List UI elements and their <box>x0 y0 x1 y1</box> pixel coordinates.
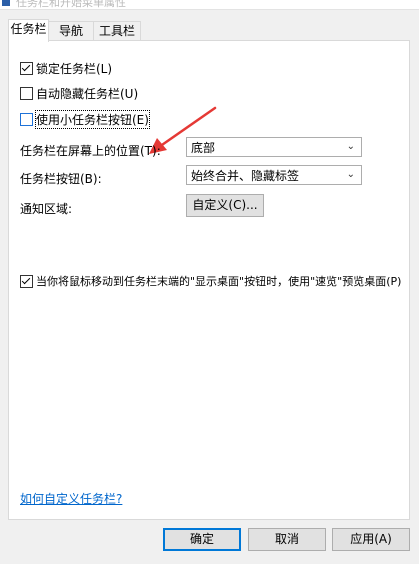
tab-navigation[interactable]: 导航 <box>48 21 94 41</box>
title-bar: 任务栏和开始菜单属性 <box>0 0 419 10</box>
peek-checkbox[interactable] <box>20 274 33 288</box>
customize-notification-button[interactable]: 自定义(C)... <box>186 194 264 217</box>
peek-option[interactable]: 当你将鼠标移动到任务栏末端的"显示桌面"按钮时，使用"速览"预览桌面(P) <box>20 272 401 290</box>
lock-taskbar-option[interactable]: 锁定任务栏(L) <box>20 59 112 77</box>
location-label: 任务栏在屏幕上的位置(T): <box>20 143 161 158</box>
buttons-combine-label: 任务栏按钮(B): <box>20 171 102 186</box>
location-value: 底部 <box>191 140 216 155</box>
peek-label: 当你将鼠标移动到任务栏末端的"显示桌面"按钮时，使用"速览"预览桌面(P) <box>36 275 402 288</box>
window-icon <box>2 0 10 6</box>
autohide-taskbar-checkbox[interactable] <box>20 86 33 100</box>
cancel-button[interactable]: 取消 <box>248 528 326 551</box>
chevron-down-icon: ⌄ <box>346 169 355 180</box>
taskbar-settings-panel: 锁定任务栏(L) 自动隐藏任务栏(U) 使用小任务栏按钮(E) 任务栏在屏幕上的… <box>8 40 410 520</box>
autohide-taskbar-option[interactable]: 自动隐藏任务栏(U) <box>20 84 138 102</box>
window-title: 任务栏和开始菜单属性 <box>16 0 126 9</box>
autohide-taskbar-label: 自动隐藏任务栏(U) <box>36 86 139 101</box>
lock-taskbar-checkbox[interactable] <box>20 61 33 75</box>
help-link[interactable]: 如何自定义任务栏? <box>20 490 122 507</box>
tab-taskbar[interactable]: 任务栏 <box>8 19 49 42</box>
buttons-combine-row: 任务栏按钮(B): <box>20 169 102 187</box>
small-buttons-checkbox[interactable] <box>20 112 33 126</box>
notification-row: 通知区域: <box>20 199 72 217</box>
lock-taskbar-label: 锁定任务栏(L) <box>36 61 113 76</box>
small-buttons-label: 使用小任务栏按钮(E) <box>35 109 150 129</box>
location-select[interactable]: 底部 ⌄ <box>186 137 362 157</box>
buttons-combine-select[interactable]: 始终合并、隐藏标签 ⌄ <box>186 165 362 185</box>
tab-toolbars[interactable]: 工具栏 <box>93 21 141 41</box>
small-buttons-option[interactable]: 使用小任务栏按钮(E) <box>20 109 150 129</box>
location-row: 任务栏在屏幕上的位置(T): <box>20 141 161 159</box>
chevron-down-icon: ⌄ <box>346 141 355 152</box>
ok-button[interactable]: 确定 <box>163 528 241 551</box>
notification-label: 通知区域: <box>20 201 73 216</box>
apply-button[interactable]: 应用(A) <box>332 528 410 551</box>
buttons-combine-value: 始终合并、隐藏标签 <box>191 168 300 183</box>
